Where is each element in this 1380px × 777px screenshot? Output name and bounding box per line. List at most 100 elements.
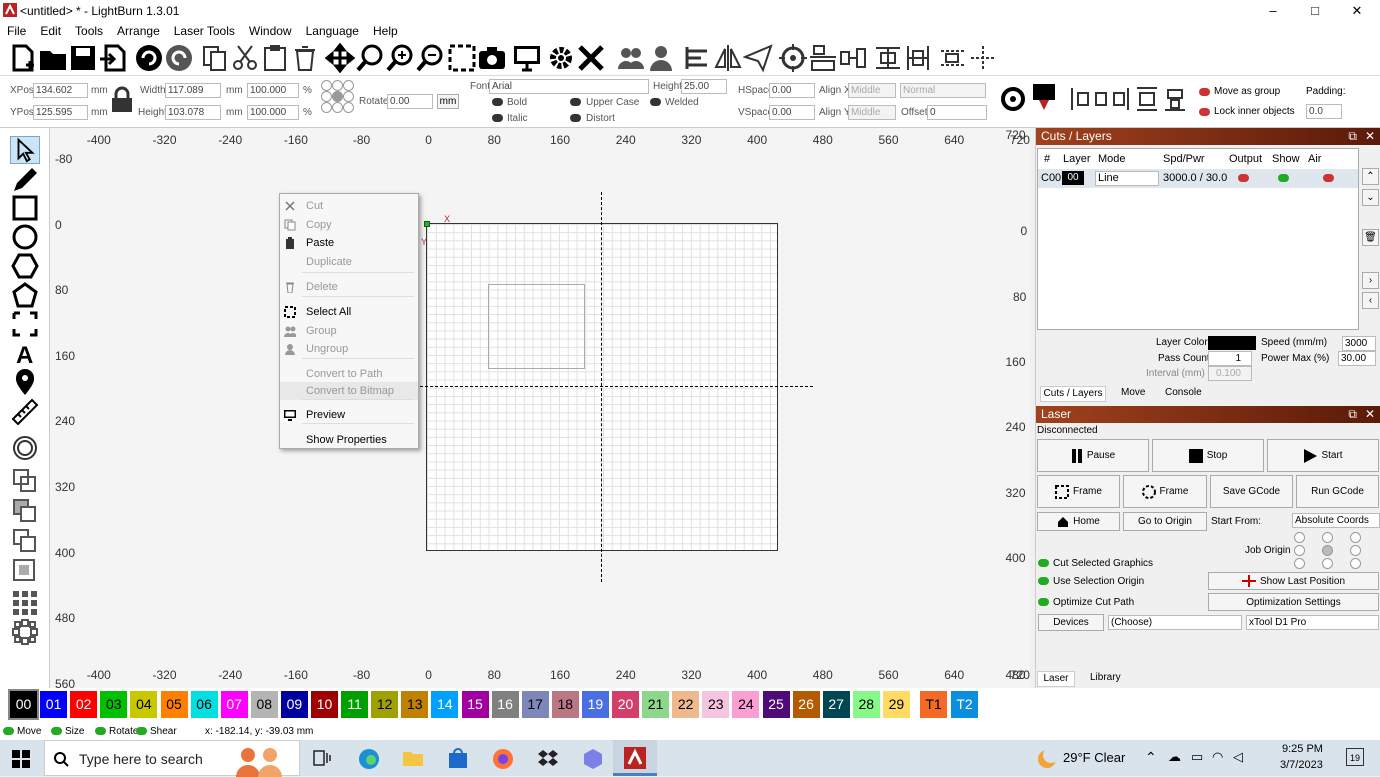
palette-swatch-07[interactable]: 07 bbox=[220, 691, 248, 718]
home-button[interactable]: Home bbox=[1037, 512, 1120, 531]
notification-icon[interactable]: 19 bbox=[1346, 748, 1364, 766]
palette-swatch-26[interactable]: 26 bbox=[792, 691, 820, 718]
tools-icon[interactable] bbox=[576, 43, 606, 73]
pause-button[interactable]: Pause bbox=[1037, 439, 1149, 472]
palette-swatch-22[interactable]: 22 bbox=[672, 691, 700, 718]
vspace-input[interactable]: 0.00 bbox=[769, 105, 815, 120]
palette-swatch-00[interactable]: 00 bbox=[8, 689, 39, 720]
boolean-subtract-icon[interactable] bbox=[10, 526, 40, 554]
path-tool-icon[interactable] bbox=[999, 84, 1027, 114]
cut-icon[interactable] bbox=[230, 43, 260, 73]
frame-rect-button[interactable]: Frame bbox=[1037, 475, 1120, 508]
welded-toggle[interactable] bbox=[650, 98, 661, 106]
menu-help[interactable]: Help bbox=[366, 24, 405, 38]
maximize-button[interactable]: □ bbox=[1292, 0, 1338, 22]
cloud-icon[interactable]: ☁ bbox=[1168, 749, 1181, 765]
boolean-intersect-icon[interactable] bbox=[10, 556, 40, 584]
move-icon[interactable] bbox=[325, 43, 355, 73]
select-tool-icon[interactable] bbox=[10, 136, 40, 164]
palette-swatch-27[interactable]: 27 bbox=[822, 691, 850, 718]
anchor-grid[interactable] bbox=[321, 80, 355, 114]
layer-color-swatch[interactable] bbox=[1208, 336, 1256, 350]
palette-swatch-13[interactable]: 13 bbox=[401, 691, 429, 718]
ypos-input[interactable]: 125.595 bbox=[33, 105, 88, 120]
context-menu-item-show-properties[interactable]: Show Properties bbox=[280, 431, 418, 449]
hspace-input[interactable]: 0.00 bbox=[769, 83, 815, 98]
space-vertical-icon[interactable] bbox=[873, 43, 903, 73]
aligny-select[interactable]: Middle bbox=[848, 105, 896, 120]
paste-icon[interactable] bbox=[260, 43, 290, 73]
file-explorer-icon[interactable] bbox=[402, 749, 424, 767]
lock-icon[interactable] bbox=[110, 86, 134, 114]
app-hexagon-icon[interactable] bbox=[582, 748, 604, 770]
tab-laser[interactable]: Laser bbox=[1037, 671, 1075, 687]
alignx-select[interactable]: Middle bbox=[848, 83, 896, 98]
menu-arrange[interactable]: Arrange bbox=[110, 24, 167, 38]
ungroup-icon[interactable] bbox=[646, 43, 676, 73]
table-row[interactable]: C00 00 Line 3000.0 / 30.0 bbox=[1038, 169, 1358, 188]
job-origin-grid[interactable] bbox=[1292, 532, 1374, 569]
context-menu-item-cut[interactable]: Cut bbox=[280, 197, 418, 215]
frame-selection-icon[interactable] bbox=[447, 43, 477, 73]
undo-icon[interactable] bbox=[134, 43, 164, 73]
use-selection-origin-toggle[interactable] bbox=[1038, 577, 1049, 585]
camera-icon[interactable] bbox=[477, 43, 507, 73]
chevron-up-icon[interactable]: ⌃ bbox=[1145, 749, 1157, 766]
go-to-origin-button[interactable]: Go to Origin bbox=[1123, 512, 1207, 531]
mode-select[interactable]: Line bbox=[1095, 171, 1159, 186]
run-gcode-button[interactable]: Run GCode bbox=[1296, 475, 1379, 508]
lightburn-taskbar-button[interactable] bbox=[613, 740, 657, 776]
send-icon[interactable] bbox=[743, 43, 773, 73]
palette-swatch-17[interactable]: 17 bbox=[521, 691, 549, 718]
work-area-grid[interactable] bbox=[426, 223, 778, 551]
chevron-right-icon[interactable]: › bbox=[1362, 272, 1379, 289]
context-menu-item-ungroup[interactable]: Ungroup bbox=[280, 340, 418, 358]
palette-swatch-11[interactable]: 11 bbox=[341, 691, 369, 718]
show-last-position-button[interactable]: Show Last Position bbox=[1208, 572, 1379, 590]
device-select[interactable]: xTool D1 Pro bbox=[1246, 615, 1379, 630]
devices-button[interactable]: Devices bbox=[1038, 614, 1104, 631]
battery-icon[interactable]: ▭ bbox=[1191, 749, 1203, 765]
pentagon-tool-icon[interactable] bbox=[10, 281, 40, 309]
palette-swatch-08[interactable]: 08 bbox=[250, 691, 278, 718]
tab-move[interactable]: Move bbox=[1121, 386, 1145, 400]
context-menu-item-select-all[interactable]: Select All bbox=[280, 303, 418, 321]
open-file-icon[interactable] bbox=[38, 43, 68, 73]
font-select[interactable]: Arial bbox=[489, 79, 649, 94]
menu-window[interactable]: Window bbox=[242, 24, 299, 38]
start-from-select[interactable]: Absolute Coords bbox=[1292, 513, 1380, 528]
palette-swatch-04[interactable]: 04 bbox=[130, 691, 158, 718]
context-menu-item-preview[interactable]: Preview bbox=[280, 406, 418, 424]
tab-console[interactable]: Console bbox=[1165, 386, 1202, 400]
palette-swatch-14[interactable]: 14 bbox=[431, 691, 459, 718]
tab-library[interactable]: Library bbox=[1090, 671, 1121, 685]
context-menu-item-group[interactable]: Group bbox=[280, 322, 418, 340]
align-items-icon[interactable] bbox=[1070, 86, 1130, 112]
circular-array-icon[interactable] bbox=[10, 618, 40, 646]
taskbar-search-box[interactable]: Type here to search bbox=[44, 740, 300, 777]
frame-tool-icon[interactable] bbox=[10, 310, 40, 338]
frame-circle-button[interactable]: Frame bbox=[1123, 475, 1207, 508]
menu-tools[interactable]: Tools bbox=[68, 24, 110, 38]
weld-icon[interactable] bbox=[10, 466, 40, 494]
font-height-input[interactable]: 25.00 bbox=[681, 79, 727, 94]
palette-swatch-25[interactable]: 25 bbox=[762, 691, 790, 718]
lock-inner-toggle[interactable] bbox=[1199, 108, 1210, 116]
group-icon[interactable] bbox=[616, 43, 646, 73]
clock-date[interactable]: 3/7/2023 bbox=[1280, 759, 1323, 771]
optimize-toggle[interactable] bbox=[1038, 598, 1049, 606]
distribute-icon[interactable] bbox=[808, 43, 838, 73]
height-percent-input[interactable]: 100.000 bbox=[247, 105, 299, 120]
task-view-icon[interactable] bbox=[313, 750, 331, 766]
palette-swatch-10[interactable]: 10 bbox=[311, 691, 338, 718]
context-menu-item-paste[interactable]: Paste bbox=[280, 234, 418, 252]
stop-button[interactable]: Stop bbox=[1152, 439, 1264, 472]
laser-undock-icon[interactable]: ⧉ bbox=[1348, 406, 1357, 423]
panel-close-icon[interactable]: ✕ bbox=[1365, 128, 1375, 145]
mirror-icon[interactable] bbox=[713, 43, 743, 73]
text-tool-icon[interactable]: A bbox=[10, 339, 40, 367]
palette-swatch-12[interactable]: 12 bbox=[371, 691, 399, 718]
context-menu-item-delete[interactable]: Delete bbox=[280, 278, 418, 296]
text-mode-select[interactable]: Normal bbox=[900, 83, 986, 98]
speed-input[interactable]: 3000 bbox=[1342, 336, 1376, 351]
